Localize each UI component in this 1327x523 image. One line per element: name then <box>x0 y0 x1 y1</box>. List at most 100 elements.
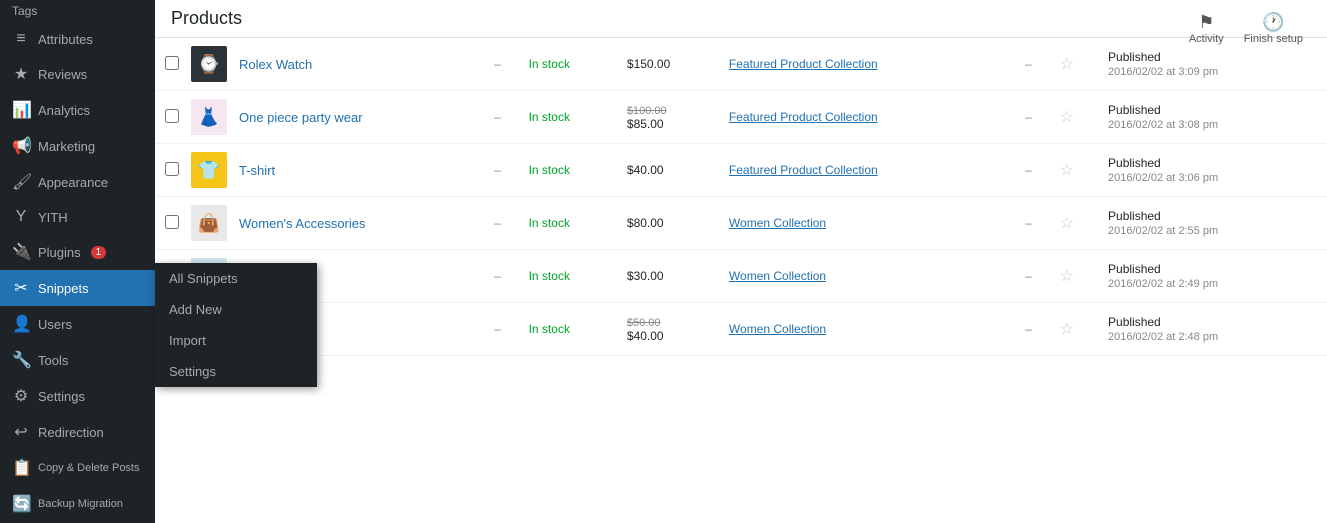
product-thumbnail: 👜 <box>191 205 227 241</box>
row-category-cell: Featured Product Collection <box>723 38 1019 91</box>
row-dash1-cell: – <box>488 303 522 356</box>
product-category[interactable]: Women Collection <box>729 216 826 230</box>
sidebar-item-users[interactable]: 👤 Users <box>0 306 155 342</box>
activity-label: Activity <box>1189 33 1224 45</box>
submenu-import[interactable]: Import <box>155 325 317 356</box>
sidebar-label-yith: YITH <box>38 210 68 225</box>
row-tags-cell: – <box>1019 303 1053 356</box>
plugins-badge: 1 <box>91 246 107 259</box>
backup-icon: 🔄 <box>12 494 30 514</box>
featured-star[interactable]: ☆ <box>1059 321 1073 338</box>
top-bar: ⚑ Activity 🕐 Finish setup <box>1165 0 1327 57</box>
table-row: 👜 Women's Accessories – In stock $80.00 … <box>155 197 1327 250</box>
finish-setup-icon: 🕐 <box>1262 12 1284 33</box>
row-tags-cell: – <box>1019 91 1053 144</box>
product-name[interactable]: Rolex Watch <box>239 57 312 72</box>
featured-star[interactable]: ☆ <box>1059 109 1073 126</box>
row-status-cell: Published 2016/02/02 at 3:06 pm <box>1102 144 1327 197</box>
row-checkbox[interactable] <box>165 215 179 229</box>
row-thumb-cell: 👜 <box>185 197 233 250</box>
activity-button[interactable]: ⚑ Activity <box>1181 8 1232 49</box>
row-checkbox[interactable] <box>165 109 179 123</box>
sidebar-item-copy-delete[interactable]: 📋 Copy & Delete Posts <box>0 450 155 486</box>
stock-status: In stock <box>529 110 570 124</box>
finish-setup-button[interactable]: 🕐 Finish setup <box>1236 8 1311 49</box>
sidebar-item-attributes[interactable]: ≡ Attributes <box>0 22 155 56</box>
tools-icon: 🔧 <box>12 350 30 370</box>
copy-delete-icon: 📋 <box>12 458 30 478</box>
sidebar-label-plugins: Plugins <box>38 245 81 260</box>
row-price-cell: $40.00 <box>621 144 723 197</box>
product-name[interactable]: Women's Accessories <box>239 216 366 231</box>
stock-status: In stock <box>529 216 570 230</box>
product-status: Published <box>1108 156 1161 170</box>
product-status: Published <box>1108 262 1161 276</box>
product-category[interactable]: Women Collection <box>729 269 826 283</box>
product-name[interactable]: One piece party wear <box>239 110 363 125</box>
table-row: ⌚ Rolex Watch – In stock $150.00 Feature… <box>155 38 1327 91</box>
page-title: Products <box>171 8 242 28</box>
yith-icon: Y <box>12 208 30 226</box>
sidebar-item-yith[interactable]: Y YITH <box>0 200 155 234</box>
row-tags-cell: – <box>1019 250 1053 303</box>
row-thumb-cell: 👗 <box>185 91 233 144</box>
stock-status: In stock <box>529 57 570 71</box>
row-name-cell: T-shirt <box>233 144 488 197</box>
row-checkbox-cell <box>155 197 185 250</box>
sidebar-item-appearance[interactable]: 🖌 Appearance <box>0 164 155 200</box>
product-date: 2016/02/02 at 3:06 pm <box>1108 172 1218 184</box>
row-tags-cell: – <box>1019 38 1053 91</box>
reviews-icon: ★ <box>12 64 30 84</box>
sidebar-item-backup-migration[interactable]: 🔄 Backup Migration <box>0 486 155 522</box>
row-stock-cell: In stock <box>523 144 621 197</box>
product-category[interactable]: Women Collection <box>729 322 826 336</box>
row-featured-cell: ☆ <box>1053 303 1102 356</box>
row-dash1-cell: – <box>488 91 522 144</box>
submenu-settings[interactable]: Settings <box>155 356 317 387</box>
sidebar-label-backup-migration: Backup Migration <box>38 498 123 510</box>
row-featured-cell: ☆ <box>1053 38 1102 91</box>
main-content: ⚑ Activity 🕐 Finish setup Products ⌚ Rol… <box>155 0 1327 523</box>
submenu-all-snippets[interactable]: All Snippets <box>155 263 317 294</box>
row-status-cell: Published 2016/02/02 at 2:55 pm <box>1102 197 1327 250</box>
featured-star[interactable]: ☆ <box>1059 162 1073 179</box>
product-category[interactable]: Featured Product Collection <box>729 57 878 71</box>
featured-star[interactable]: ☆ <box>1059 215 1073 232</box>
product-category[interactable]: Featured Product Collection <box>729 110 878 124</box>
product-category[interactable]: Featured Product Collection <box>729 163 878 177</box>
sidebar-label-redirection: Redirection <box>38 425 104 440</box>
row-checkbox[interactable] <box>165 162 179 176</box>
featured-star[interactable]: ☆ <box>1059 268 1073 285</box>
sidebar-item-marketing[interactable]: 📢 Marketing <box>0 128 155 164</box>
sidebar-label-appearance: Appearance <box>38 175 108 190</box>
sidebar-item-snippets[interactable]: ✂ Snippets <box>0 270 155 306</box>
product-thumbnail: 👗 <box>191 99 227 135</box>
row-tags-cell: – <box>1019 197 1053 250</box>
sidebar-label-analytics: Analytics <box>38 103 90 118</box>
sidebar-label-reviews: Reviews <box>38 67 87 82</box>
submenu-add-new[interactable]: Add New <box>155 294 317 325</box>
row-featured-cell: ☆ <box>1053 91 1102 144</box>
sidebar-label-attributes: Attributes <box>38 32 93 47</box>
product-date: 2016/02/02 at 3:08 pm <box>1108 119 1218 131</box>
sidebar-item-analytics[interactable]: 📊 Analytics <box>0 92 155 128</box>
sidebar-item-reviews[interactable]: ★ Reviews <box>0 56 155 92</box>
row-category-cell: Women Collection <box>723 303 1019 356</box>
featured-star[interactable]: ☆ <box>1059 56 1073 73</box>
row-featured-cell: ☆ <box>1053 197 1102 250</box>
sidebar-item-redirection[interactable]: ↩ Redirection <box>0 414 155 450</box>
table-row: 👟 Converse – In stock $30.00 Women Colle… <box>155 250 1327 303</box>
sidebar-item-plugins[interactable]: 🔌 Plugins 1 <box>0 234 155 270</box>
appearance-icon: 🖌 <box>12 172 30 192</box>
sidebar-item-settings[interactable]: ⚙ Settings <box>0 378 155 414</box>
sidebar-item-tools[interactable]: 🔧 Tools <box>0 342 155 378</box>
row-thumb-cell: 👕 <box>185 144 233 197</box>
row-stock-cell: In stock <box>523 303 621 356</box>
stock-status: In stock <box>529 322 570 336</box>
product-name[interactable]: T-shirt <box>239 163 275 178</box>
settings-icon: ⚙ <box>12 386 30 406</box>
row-category-cell: Women Collection <box>723 250 1019 303</box>
product-status: Published <box>1108 209 1161 223</box>
analytics-icon: 📊 <box>12 100 30 120</box>
row-checkbox[interactable] <box>165 56 179 70</box>
